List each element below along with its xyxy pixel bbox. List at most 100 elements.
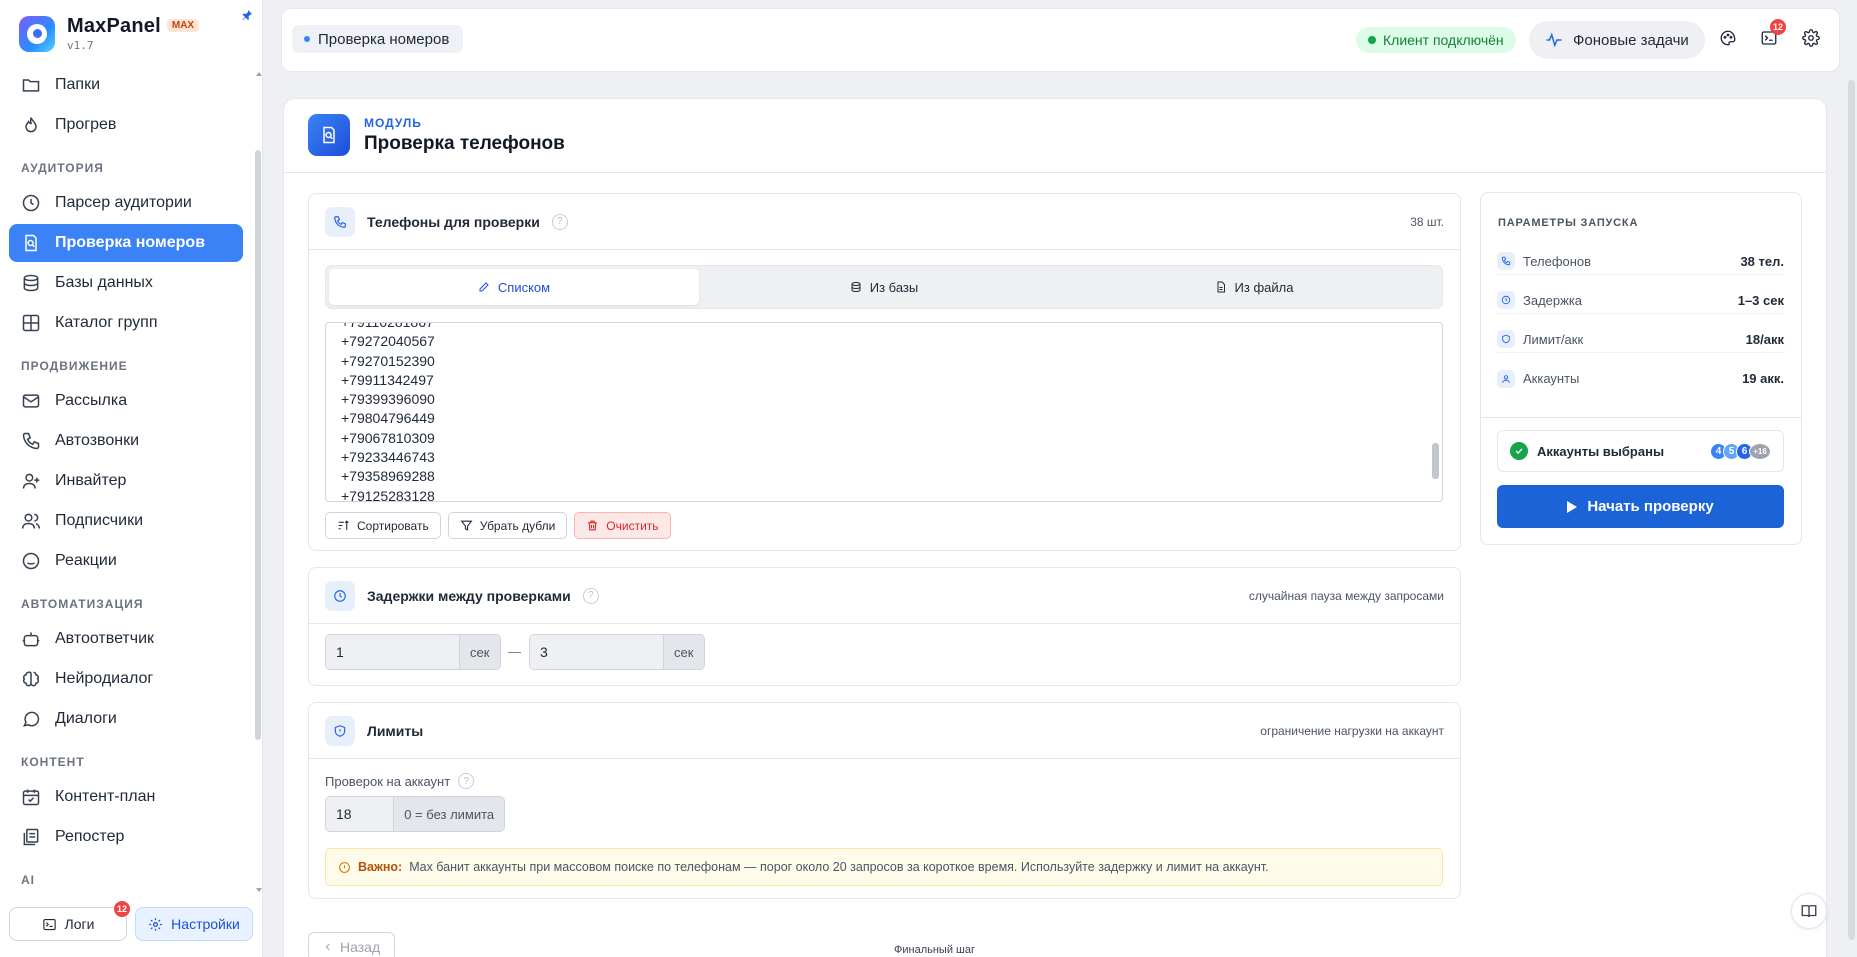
limits-hint: ограничение нагрузки на аккаунт — [1260, 723, 1444, 738]
start-check-button[interactable]: Начать проверку — [1497, 485, 1784, 528]
app-logo — [19, 15, 55, 52]
phone-icon — [325, 206, 355, 237]
sidebar-item-subscribers[interactable]: Подписчики — [9, 502, 243, 540]
delay-max-input[interactable]: 3 — [530, 635, 663, 669]
phone-search-icon — [25, 234, 37, 252]
sidebar-item-phone-check[interactable]: Проверка номеров — [9, 224, 243, 262]
sort-label: Сортировать — [357, 518, 429, 533]
grid-icon — [22, 314, 40, 332]
param-value: 18/акк — [1745, 331, 1784, 347]
sidebar-item-databases[interactable]: Базы данных — [9, 264, 243, 302]
sidebar-item-label: Автоответчик — [55, 630, 155, 647]
user-icon — [1497, 369, 1515, 388]
sidebar-item-autoresponder[interactable]: Автоответчик — [9, 620, 243, 658]
help-icon[interactable]: ? — [582, 587, 599, 604]
param-row: Телефонов 38 тел. — [1497, 248, 1784, 275]
card-title: Задержки между проверками — [367, 587, 571, 604]
activity-icon — [1546, 32, 1562, 48]
warning-title: Важно: — [358, 860, 403, 874]
delay-min-input[interactable]: 1 — [326, 635, 459, 669]
sidebar-item-dialogs[interactable]: Диалоги — [9, 700, 243, 738]
palette-icon[interactable] — [1719, 29, 1739, 49]
list-actions: Сортировать Убрать дубли Очистить — [325, 512, 671, 539]
check-icon — [1510, 442, 1528, 460]
sidebar-item-autocalls[interactable]: Автозвонки — [9, 422, 243, 460]
scroll-down-arrow[interactable] — [256, 888, 262, 892]
sidebar-scrollbar[interactable] — [255, 150, 261, 740]
main-scrollbar[interactable] — [1848, 80, 1855, 940]
sidebar-item-reactions[interactable]: Реакции — [9, 542, 243, 580]
delay-min-field[interactable]: 1 сек — [325, 634, 501, 670]
pin-icon[interactable] — [241, 9, 253, 21]
sidebar-item-label: Нейродиалог — [55, 670, 154, 687]
sidebar-item-group-catalog[interactable]: Каталог групп — [9, 304, 243, 342]
background-tasks-button[interactable]: Фоновые задачи — [1529, 21, 1705, 59]
tab-from-file[interactable]: Из файла — [1069, 269, 1439, 305]
sidebar-item-content-plan[interactable]: Контент-план — [9, 778, 243, 816]
phones-card: Телефоны для проверки ? 38 шт. Списком И… — [308, 193, 1461, 551]
section-ai: AI — [21, 873, 35, 887]
folder-icon — [22, 79, 40, 92]
settings-button[interactable]: Настройки — [135, 907, 253, 941]
chevron-left-icon — [325, 943, 330, 951]
filter-icon — [460, 520, 473, 531]
sidebar-item-audience-parser[interactable]: Парсер аудитории — [9, 184, 243, 222]
start-label: Начать проверку — [1587, 498, 1714, 515]
help-icon[interactable]: ? — [551, 213, 568, 230]
warning-banner: Важно: Max банит аккаунты при массовом п… — [325, 848, 1443, 886]
smile-icon — [22, 552, 40, 570]
phones-textarea[interactable]: +79116281867 +79272040567 +79270152390 +… — [325, 322, 1443, 502]
phone-line: +79270152390 — [341, 352, 435, 369]
divider — [1481, 417, 1801, 418]
sidebar-item-warmup[interactable]: Прогрев — [9, 106, 243, 144]
tab-list[interactable]: Списком — [329, 269, 699, 305]
delay-max-field[interactable]: 3 сек — [529, 634, 705, 670]
repost-icon — [23, 828, 39, 846]
breadcrumb[interactable]: Проверка номеров — [292, 25, 464, 53]
sidebar-item-reposter[interactable]: Репостер — [9, 818, 243, 856]
bot-icon — [22, 632, 40, 647]
sidebar-item-label: Рассылка — [55, 392, 128, 409]
sidebar-item-mailing[interactable]: Рассылка — [9, 382, 243, 420]
gear-icon — [149, 917, 162, 931]
gear-icon[interactable] — [1802, 29, 1822, 49]
trash-icon — [588, 520, 598, 531]
param-value: 38 тел. — [1740, 253, 1784, 269]
sidebar-item-label: Прогрев — [55, 116, 117, 133]
tab-from-database[interactable]: Из базы — [699, 269, 1069, 305]
sort-button[interactable]: Сортировать — [325, 512, 441, 539]
sidebar-item-neurodialog[interactable]: Нейродиалог — [9, 660, 243, 698]
sidebar-nav: Папки Прогрев АУДИТОРИЯ Парсер аудитории… — [9, 66, 243, 896]
limit-per-account-field[interactable]: 18 0 = без лимита — [325, 796, 505, 832]
sidebar-item-label: Контент-план — [55, 788, 156, 805]
clock-icon — [325, 580, 355, 611]
scroll-up-arrow[interactable] — [256, 72, 262, 76]
dedupe-button[interactable]: Убрать дубли — [447, 512, 568, 539]
book-icon[interactable] — [1791, 893, 1827, 929]
field-label: Проверок на аккаунт — [325, 773, 451, 789]
accounts-selected-label: Аккаунты выбраны — [1537, 443, 1665, 459]
connection-status-badge: Клиент подключён — [1356, 27, 1516, 53]
limit-input[interactable]: 18 — [326, 797, 394, 831]
app-version: v1.7 — [67, 39, 94, 52]
terminal-icon[interactable]: 12 — [1760, 19, 1787, 49]
logs-count-badge: 12 — [113, 901, 130, 917]
help-icon[interactable]: ? — [458, 773, 475, 789]
logs-button[interactable]: Логи 12 — [9, 901, 130, 941]
sidebar-item-inviter[interactable]: Инвайтер — [9, 462, 243, 500]
sidebar-item-label: Автозвонки — [55, 432, 140, 449]
brand[interactable]: MaxPanel MAX v1.7 — [19, 15, 200, 52]
brain-icon — [22, 671, 40, 687]
textarea-scrollbar[interactable] — [1432, 443, 1439, 479]
sidebar-item-folders[interactable]: Папки — [9, 66, 243, 104]
avatar-overflow: +16 — [1749, 442, 1771, 460]
accounts-selected-row[interactable]: Аккаунты выбраны 4 5 6 +16 — [1497, 430, 1784, 472]
settings-label: Настройки — [171, 916, 240, 932]
clock-icon — [1497, 291, 1515, 309]
back-button[interactable]: Назад — [308, 932, 396, 957]
clear-button[interactable]: Очистить — [574, 512, 671, 539]
param-row: Лимит/акк 18/акк — [1497, 326, 1784, 353]
users-icon — [21, 513, 41, 529]
step-indicator: Финальный шаг — [894, 944, 975, 956]
sidebar-item-label: Базы данных — [55, 274, 153, 291]
